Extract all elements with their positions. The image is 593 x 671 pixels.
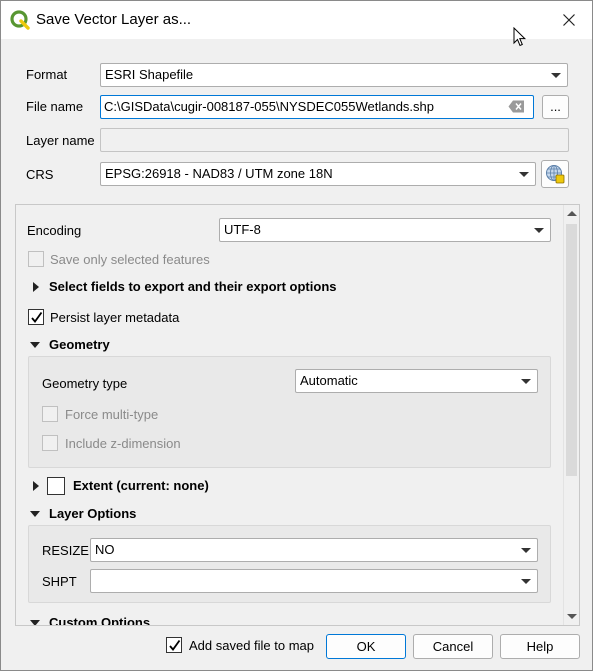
shpt-combo[interactable] <box>90 569 538 593</box>
layername-label: Layer name <box>26 133 95 148</box>
resize-label: RESIZE <box>42 543 89 558</box>
crs-combo[interactable]: EPSG:26918 - NAD83 / UTM zone 18N <box>100 162 536 186</box>
scrollbar-thumb[interactable] <box>566 224 577 476</box>
extent-section-title[interactable]: Extent (current: none) <box>73 478 209 493</box>
force-multi-checkbox[interactable] <box>42 406 58 422</box>
title-bar: Save Vector Layer as... <box>1 1 592 39</box>
add-to-map-checkbox[interactable] <box>166 637 182 653</box>
chevron-down-icon <box>521 379 531 384</box>
custom-options-section-title[interactable]: Custom Options <box>49 615 150 625</box>
options-scroll-area[interactable]: Encoding UTF-8 Save only selected featur… <box>15 204 580 626</box>
chevron-down-icon <box>519 172 529 177</box>
scroll-down-arrow-icon[interactable] <box>567 614 577 619</box>
filename-label: File name <box>26 99 84 114</box>
scroll-up-arrow-icon[interactable] <box>567 211 577 216</box>
encoding-value: UTF-8 <box>224 222 261 237</box>
format-value: ESRI Shapefile <box>105 67 194 82</box>
resize-value: NO <box>95 542 115 557</box>
shpt-label: SHPT <box>42 574 77 589</box>
layer-options-section-title[interactable]: Layer Options <box>49 506 136 521</box>
close-icon <box>563 14 575 26</box>
crs-label: CRS <box>26 167 54 182</box>
clear-field-icon[interactable] <box>508 100 525 113</box>
chevron-down-icon <box>521 579 531 584</box>
expand-arrow-icon[interactable] <box>33 481 39 491</box>
collapse-arrow-icon[interactable] <box>30 511 40 517</box>
persist-metadata-label: Persist layer metadata <box>50 310 180 325</box>
crs-select-button[interactable] <box>541 160 569 188</box>
force-multi-label: Force multi-type <box>65 407 159 422</box>
format-combo[interactable]: ESRI Shapefile <box>100 63 568 87</box>
browse-button[interactable]: ... <box>542 95 569 119</box>
close-button[interactable] <box>546 1 592 39</box>
collapse-arrow-icon[interactable] <box>30 342 40 348</box>
save-selected-label: Save only selected features <box>50 252 210 267</box>
geometry-group: Geometry type Automatic Force multi-type… <box>28 356 551 468</box>
format-label: Format <box>26 67 68 82</box>
layer-options-group: RESIZE NO SHPT <box>28 525 551 603</box>
expand-arrow-icon[interactable] <box>33 282 39 292</box>
chevron-down-icon <box>551 73 561 78</box>
vertical-scrollbar[interactable] <box>563 205 579 625</box>
save-vector-layer-dialog: Save Vector Layer as... Format ESRI Shap… <box>0 0 593 671</box>
encoding-combo[interactable]: UTF-8 <box>219 218 551 242</box>
select-fields-section[interactable]: Select fields to export and their export… <box>49 279 337 294</box>
resize-combo[interactable]: NO <box>90 538 538 562</box>
save-selected-checkbox[interactable] <box>28 251 44 267</box>
persist-metadata-checkbox[interactable] <box>28 309 44 325</box>
geometry-type-label: Geometry type <box>42 376 128 391</box>
geometry-section-title[interactable]: Geometry <box>49 337 110 352</box>
checkmark-icon <box>31 311 43 323</box>
include-z-label: Include z-dimension <box>65 436 181 451</box>
include-z-checkbox[interactable] <box>42 435 58 451</box>
encoding-label: Encoding <box>27 223 82 238</box>
checkmark-icon <box>169 639 181 651</box>
geometry-type-combo[interactable]: Automatic <box>295 369 538 393</box>
collapse-arrow-icon[interactable] <box>30 620 40 625</box>
crs-value: EPSG:26918 - NAD83 / UTM zone 18N <box>105 166 333 181</box>
globe-projection-icon <box>546 165 565 184</box>
qgis-logo-icon <box>10 10 30 30</box>
filename-input[interactable]: C:\GISData\cugir-008187-055\NYSDEC055Wet… <box>100 95 534 119</box>
geometry-type-value: Automatic <box>300 373 358 388</box>
window-title: Save Vector Layer as... <box>36 11 192 28</box>
cancel-button[interactable]: Cancel <box>413 634 493 659</box>
ok-button[interactable]: OK <box>326 634 406 659</box>
filename-value: C:\GISData\cugir-008187-055\NYSDEC055Wet… <box>104 99 434 114</box>
layername-input[interactable] <box>100 128 569 152</box>
mouse-pointer-icon <box>513 27 527 47</box>
help-button[interactable]: Help <box>500 634 580 659</box>
add-to-map-label: Add saved file to map <box>189 638 315 653</box>
chevron-down-icon <box>534 228 544 233</box>
chevron-down-icon <box>521 548 531 553</box>
extent-checkbox[interactable] <box>47 477 65 495</box>
